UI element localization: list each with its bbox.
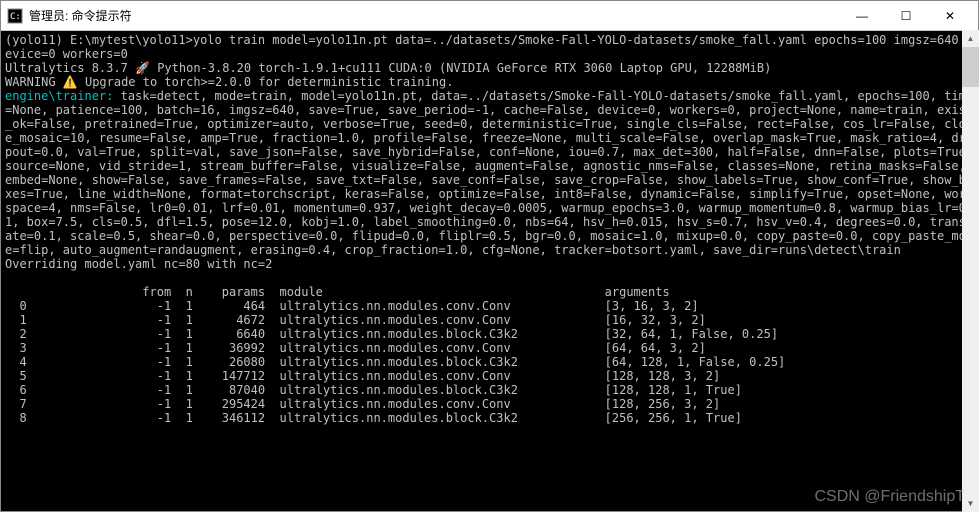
terminal-area[interactable]: (yolo11) E:\mytest\yolo11>yolo train mod… <box>1 31 978 511</box>
cmd-window: C: 管理员: 命令提示符 — ☐ ✕ (yolo11) E:\mytest\y… <box>0 0 979 512</box>
table-row: 1 -1 1 4672 ultralytics.nn.modules.conv.… <box>5 313 706 327</box>
window-controls: — ☐ ✕ <box>840 1 972 31</box>
table-row: 6 -1 1 87040 ultralytics.nn.modules.bloc… <box>5 383 742 397</box>
titlebar[interactable]: C: 管理员: 命令提示符 — ☐ ✕ <box>1 1 978 31</box>
table-row: 4 -1 1 26080 ultralytics.nn.modules.bloc… <box>5 355 785 369</box>
table-row: 7 -1 1 295424 ultralytics.nn.modules.con… <box>5 397 720 411</box>
engine-prefix: engine\trainer: <box>5 89 113 103</box>
table-row: 8 -1 1 346112 ultralytics.nn.modules.blo… <box>5 411 742 425</box>
override-line: Overriding model.yaml nc=80 with nc=2 <box>5 257 272 271</box>
warning-line: WARNING ⚠️ Upgrade to torch>=2.0.0 for d… <box>5 75 453 89</box>
version-line: Ultralytics 8.3.7 🚀 Python-3.8.20 torch-… <box>5 61 771 75</box>
terminal-content: (yolo11) E:\mytest\yolo11>yolo train mod… <box>5 33 974 425</box>
svg-text:C:: C: <box>10 12 21 22</box>
prompt-line: (yolo11) E:\mytest\yolo11>yolo train mod… <box>5 33 973 61</box>
table-header: from n params module arguments <box>5 285 670 299</box>
minimize-button[interactable]: — <box>840 1 884 31</box>
cmd-icon: C: <box>7 8 23 24</box>
scroll-down-button[interactable]: ▼ <box>962 495 979 512</box>
table-row: 0 -1 1 464 ultralytics.nn.modules.conv.C… <box>5 299 699 313</box>
maximize-button[interactable]: ☐ <box>884 1 928 31</box>
table-row: 2 -1 1 6640 ultralytics.nn.modules.block… <box>5 327 778 341</box>
vertical-scrollbar[interactable]: ▲ ▼ <box>962 30 979 512</box>
table-row: 3 -1 1 36992 ultralytics.nn.modules.conv… <box>5 341 706 355</box>
close-button[interactable]: ✕ <box>928 1 972 31</box>
scroll-thumb[interactable] <box>962 47 979 87</box>
scroll-up-button[interactable]: ▲ <box>962 30 979 47</box>
engine-body: task=detect, mode=train, model=yolo11n.p… <box>5 89 978 257</box>
window-title: 管理员: 命令提示符 <box>29 7 840 24</box>
table-row: 5 -1 1 147712 ultralytics.nn.modules.con… <box>5 369 720 383</box>
